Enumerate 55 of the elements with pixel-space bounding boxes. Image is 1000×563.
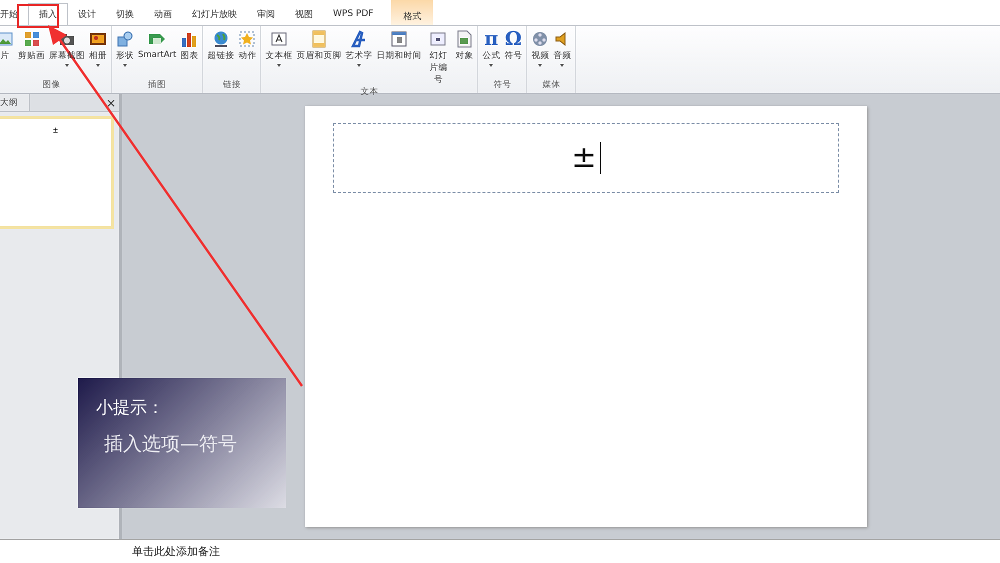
photo-album-icon xyxy=(89,30,107,48)
ribbon-button[interactable]: 动作 xyxy=(236,30,258,62)
shapes-icon xyxy=(116,30,134,48)
ribbon-button[interactable]: 幻灯片编号 xyxy=(423,30,454,86)
ribbon-tab[interactable]: 切换 xyxy=(106,3,144,25)
close-button[interactable]: × xyxy=(102,96,119,110)
frame-icon xyxy=(429,30,448,48)
film-reel-icon xyxy=(531,30,550,48)
notes-field[interactable]: 单击此处添加备注 xyxy=(0,539,1000,563)
ribbon-button[interactable]: 剪贴画 xyxy=(16,30,47,62)
group-label: 插图 xyxy=(148,79,166,92)
ribbon-button[interactable]: SmartArt xyxy=(136,30,178,60)
ribbon-tab[interactable]: 设计 xyxy=(68,3,106,25)
grid-icon xyxy=(22,30,40,48)
ribbon-button[interactable]: 音频 xyxy=(551,30,574,67)
ribbon-button[interactable]: 对象 xyxy=(453,30,476,62)
ribbon-tab[interactable]: 开始 xyxy=(0,3,28,25)
ribbon-button[interactable]: 页眉和页脚 xyxy=(294,30,344,62)
wordart-icon xyxy=(350,30,368,48)
globe-icon xyxy=(212,30,230,48)
ribbon-button[interactable]: 图表 xyxy=(178,30,200,62)
text-box-icon xyxy=(270,30,288,48)
ribbon-tab[interactable]: WPS PDF xyxy=(323,3,384,25)
ribbon-button[interactable]: Ω 符号 xyxy=(502,30,524,62)
ribbon-button[interactable]: 文本框 xyxy=(263,30,294,67)
text-cursor xyxy=(600,142,601,174)
highlight-frame xyxy=(17,4,59,28)
ribbon-button[interactable]: 形状 xyxy=(114,30,136,67)
ribbon-button[interactable]: 日期和时间 xyxy=(374,30,424,62)
ribbon-button[interactable]: 相册 xyxy=(87,30,109,67)
ribbon-tab[interactable]: 视图 xyxy=(285,3,323,25)
ribbon-button[interactable]: 视频 xyxy=(529,30,552,67)
ribbon-button[interactable]: 超链接 xyxy=(205,30,236,62)
bar-chart-icon xyxy=(180,30,198,48)
document-icon xyxy=(455,30,474,48)
picture-icon xyxy=(0,30,14,48)
group-label: 链接 xyxy=(222,79,241,92)
ribbon-tab[interactable]: 审阅 xyxy=(247,3,285,25)
title-text-box[interactable]: ± xyxy=(333,123,839,193)
ribbon-tab[interactable]: 幻灯片放映 xyxy=(182,3,247,25)
group-label: 文本 xyxy=(360,86,378,99)
group-label: 媒体 xyxy=(542,79,560,92)
group-label: 符号 xyxy=(493,79,512,92)
hint-text: 插入选项—符号 xyxy=(103,432,238,457)
ribbon-tab[interactable]: 格式 xyxy=(391,0,434,25)
ribbon-button[interactable]: π 公式 xyxy=(480,30,502,67)
hint-title: 小提示： xyxy=(96,397,165,419)
ribbon-tab[interactable]: 动画 xyxy=(144,3,182,25)
calendar-icon xyxy=(390,30,408,48)
ribbon-button[interactable]: 片 xyxy=(0,30,16,62)
page-icon xyxy=(310,30,328,48)
group-label: 图像 xyxy=(42,79,60,92)
ribbon-button[interactable]: 艺术字 xyxy=(343,30,374,67)
slide-thumbnail[interactable]: ± xyxy=(0,116,114,229)
outline-tab[interactable]: 大纲 xyxy=(0,94,30,111)
